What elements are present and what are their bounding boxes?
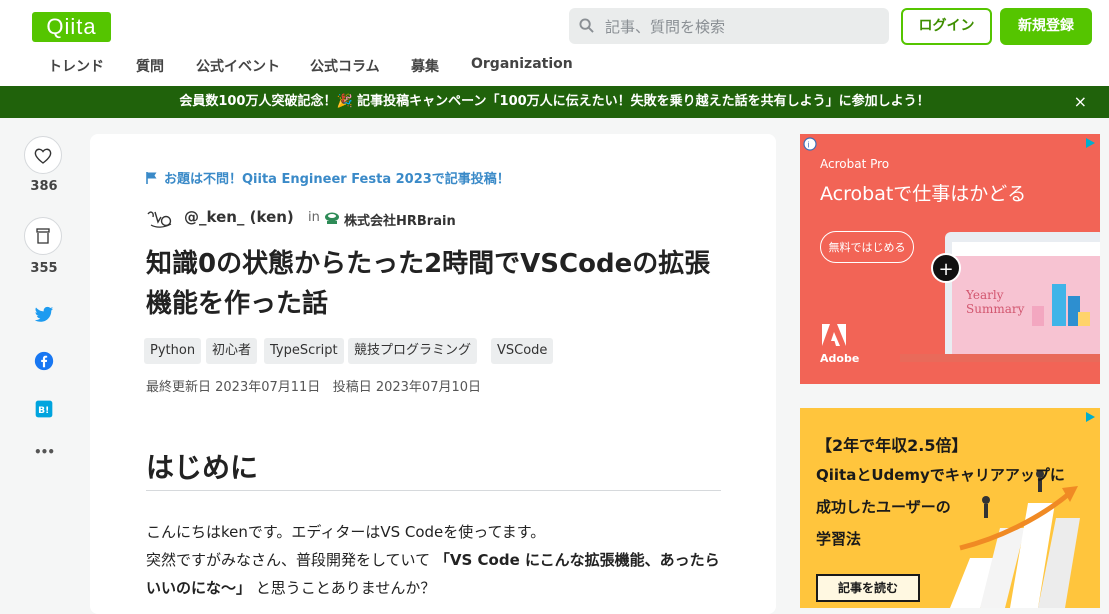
ad-udemy[interactable]: 【2年で年収2.5倍】 QiitaとUdemyでキャリアアップに 成功したユーザ… xyxy=(800,408,1100,608)
stock-icon xyxy=(36,228,50,244)
flag-icon xyxy=(146,172,157,184)
nav-questions[interactable]: 質問 xyxy=(136,56,164,76)
login-button[interactable]: ログイン xyxy=(901,8,992,45)
like-count: 386 xyxy=(30,179,58,194)
paragraph-1: こんにちはkenです。エディターはVS Codeを使ってます。 xyxy=(146,523,546,541)
paragraph-2-start: 突然ですがみなさん、普段開発をしていて xyxy=(146,551,431,569)
organization-logo[interactable] xyxy=(324,211,340,225)
heading-divider xyxy=(146,490,721,491)
nav-trend[interactable]: トレンド xyxy=(48,56,104,76)
article-body: こんにちはkenです。エディターはVS Codeを使ってます。 突然ですがみなさ… xyxy=(146,518,721,602)
section-heading: はじめに xyxy=(146,451,259,484)
close-icon[interactable]: × xyxy=(1074,86,1087,118)
ad-acrobat-headline: Acrobatで仕事はかどる xyxy=(820,183,1027,205)
campaign-banner-text: 会員数100万人突破記念！🎉 記事投稿キャンペーン「100万人に伝えたい！失敗を… xyxy=(179,94,930,109)
ad-acrobat-brand: Adobe xyxy=(820,352,860,365)
updated-date: 最終更新日 2023年07月11日 xyxy=(146,380,321,395)
posted-date: 投稿日 2023年07月10日 xyxy=(332,380,482,395)
organization-name[interactable]: 株式会社HRBrain xyxy=(344,210,456,229)
ad-udemy-line2: QiitaとUdemyでキャリアアップに xyxy=(816,466,1065,484)
signup-button[interactable]: 新規登録 xyxy=(1000,8,1092,45)
facebook-icon[interactable] xyxy=(34,351,54,371)
stock-count: 355 xyxy=(30,261,58,276)
nav-organization[interactable]: Organization xyxy=(471,56,573,72)
tag-vscode[interactable]: VSCode xyxy=(491,338,554,364)
more-options-icon[interactable]: ••• xyxy=(0,445,88,459)
ad-choices-icon[interactable] xyxy=(1083,410,1097,424)
site-header: Qiita ログイン 新規登録 トレンド 質問 公式イベント 公式コラム 募集 … xyxy=(0,0,1109,86)
event-label: お題は不問！Qiita Engineer Festa 2023で記事投稿！ xyxy=(164,172,510,187)
tag-python[interactable]: Python xyxy=(144,338,202,364)
search-input[interactable] xyxy=(603,8,877,46)
ad-udemy-line1: 【2年で年収2.5倍】 xyxy=(816,436,968,455)
hatena-bookmark-icon[interactable]: B! xyxy=(34,399,54,419)
search-box[interactable] xyxy=(569,8,889,46)
ad-udemy-cta-button[interactable]: 記事を読む xyxy=(816,574,920,602)
event-link[interactable]: お題は不問！Qiita Engineer Festa 2023で記事投稿！ xyxy=(146,168,510,187)
tag-typescript[interactable]: TypeScript xyxy=(264,338,344,364)
nav-official-events[interactable]: 公式イベント xyxy=(196,56,280,76)
twitter-icon[interactable] xyxy=(34,304,54,324)
tag-beginner[interactable]: 初心者 xyxy=(206,338,258,364)
qiita-logo[interactable]: Qiita xyxy=(32,12,111,42)
ad-udemy-line3: 成功したユーザーの xyxy=(816,498,951,516)
nav-recruit[interactable]: 募集 xyxy=(411,56,439,76)
article-title: 知識0の状態からたった2時間でVSCodeの拡張機能を作った話 xyxy=(146,249,711,319)
svg-text:i: i xyxy=(807,141,809,150)
author-name[interactable]: @_ken_ (ken) xyxy=(184,208,294,226)
adobe-logo xyxy=(822,324,846,346)
stock-button[interactable] xyxy=(24,217,62,255)
nav-official-columns[interactable]: 公式コラム xyxy=(310,56,380,76)
ad-acrobat-product: Acrobat Pro xyxy=(820,157,890,171)
author-avatar[interactable] xyxy=(146,208,174,230)
article-card: お題は不問！Qiita Engineer Festa 2023で記事投稿！ @_… xyxy=(90,134,776,614)
ad-udemy-line4: 学習法 xyxy=(816,530,862,548)
paragraph-2: 突然ですがみなさん、普段開発をしていて 「VS Code にこんな拡張機能、あっ… xyxy=(146,546,721,602)
ad-choices-icon[interactable]: i xyxy=(803,137,817,151)
ad-acrobat[interactable]: i Acrobat Pro Acrobatで仕事はかどる 無料ではじめる + Y… xyxy=(800,134,1100,384)
search-icon xyxy=(579,18,594,33)
article-dates: 最終更新日 2023年07月11日 投稿日 2023年07月10日 xyxy=(146,376,481,395)
ad-plus-icon: + xyxy=(931,253,961,283)
paragraph-2-end: と思うことありませんか？ xyxy=(255,579,436,597)
ad-info-icon[interactable] xyxy=(1083,136,1097,150)
ad-acrobat-screen-title: Yearly Summary xyxy=(966,288,1025,316)
in-label: in xyxy=(308,210,320,225)
like-button[interactable] xyxy=(24,136,62,174)
tag-competitive-programming[interactable]: 競技プログラミング xyxy=(348,338,478,364)
ad-acrobat-cta-button[interactable]: 無料ではじめる xyxy=(820,231,914,263)
campaign-banner[interactable]: 会員数100万人突破記念！🎉 記事投稿キャンペーン「100万人に伝えたい！失敗を… xyxy=(0,86,1109,118)
heart-icon xyxy=(34,148,52,164)
svg-text:B!: B! xyxy=(38,405,49,416)
